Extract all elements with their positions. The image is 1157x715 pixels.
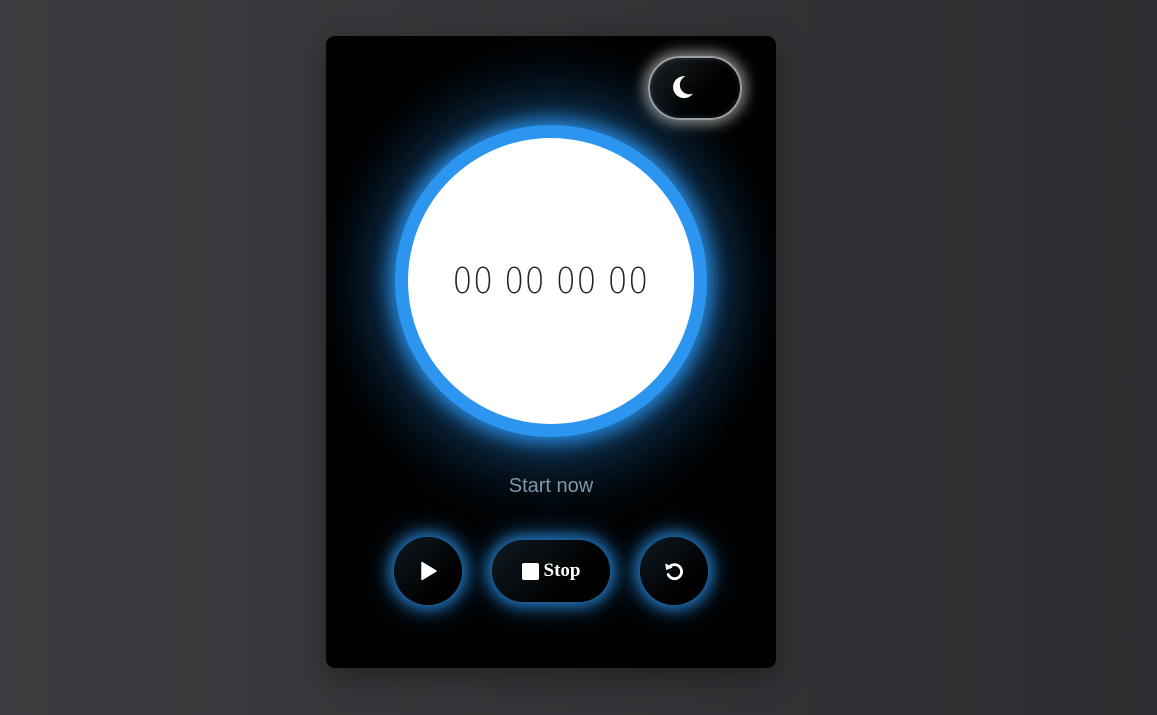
moon-icon	[673, 76, 693, 99]
stopwatch-card: 00 00 00 00 Start now Stop	[326, 36, 776, 668]
stop-square-icon	[521, 562, 539, 580]
timer-display: 00 00 00 00	[452, 260, 650, 302]
play-button[interactable]	[394, 537, 462, 605]
timer-ring: 00 00 00 00	[395, 125, 707, 437]
timer-face: 00 00 00 00	[408, 138, 694, 424]
theme-toggle[interactable]	[648, 56, 742, 120]
reset-button[interactable]	[640, 537, 708, 605]
status-text: Start now	[508, 475, 594, 497]
reset-icon	[665, 563, 683, 581]
stop-button-label: Stop	[543, 560, 581, 581]
stop-button[interactable]: Stop	[492, 540, 610, 602]
play-icon	[421, 561, 437, 581]
